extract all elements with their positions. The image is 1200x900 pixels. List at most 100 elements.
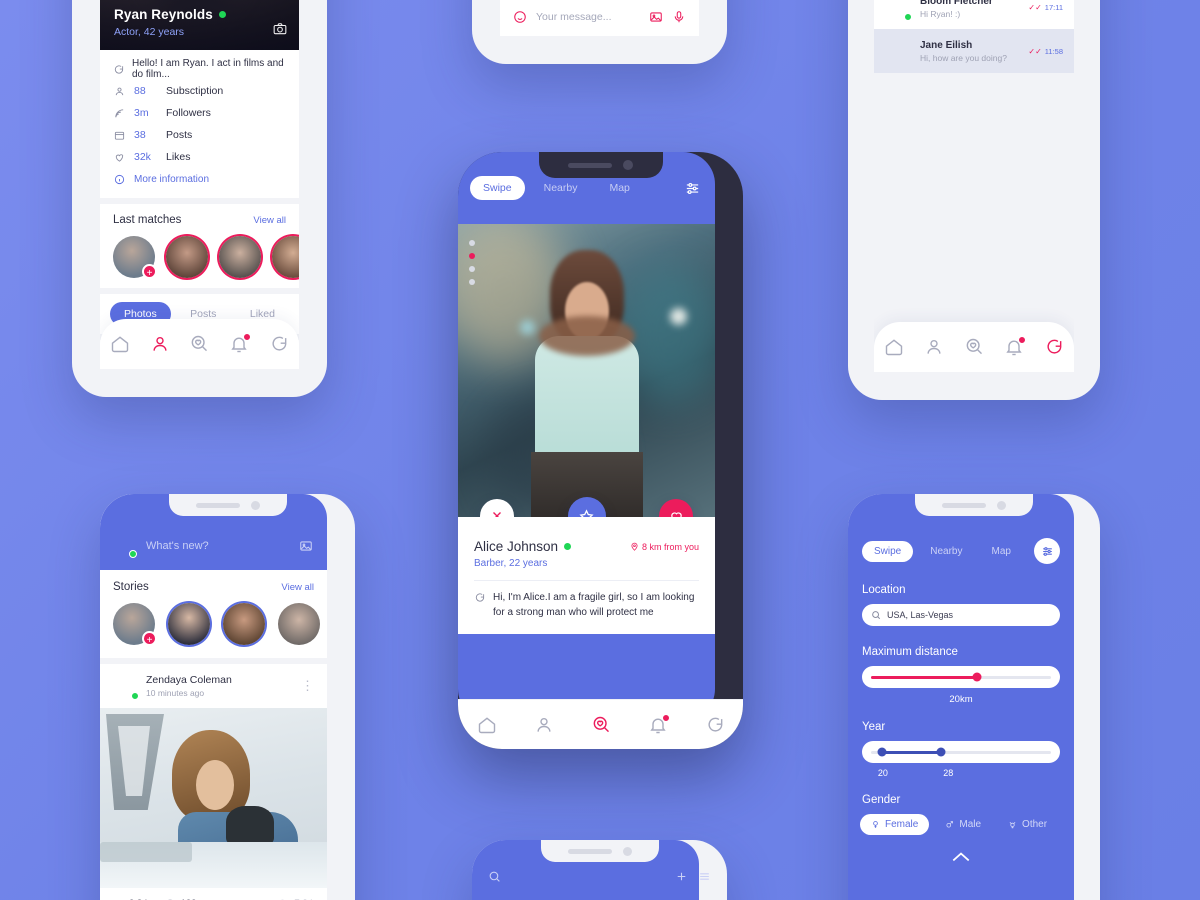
gender-option-female[interactable]: Female <box>860 814 930 835</box>
story-avatar-4[interactable] <box>278 603 320 645</box>
more-information-label: More information <box>134 173 210 185</box>
add-match-badge[interactable]: + <box>142 264 157 279</box>
swipe-distance-text: 8 km from you <box>641 541 699 552</box>
year-range-slider[interactable] <box>862 741 1060 763</box>
gender-label: Gender <box>862 794 901 806</box>
stories-view-all-link[interactable]: View all <box>281 582 314 593</box>
nav-home-icon[interactable] <box>884 337 904 357</box>
chat-bubble-icon <box>474 592 485 620</box>
match-avatar-1[interactable]: + <box>113 236 157 279</box>
match-avatar-4[interactable] <box>272 236 299 278</box>
chat-bubble-icon <box>113 63 124 76</box>
sliders-icon[interactable] <box>684 180 701 197</box>
match-avatar-2[interactable] <box>166 236 208 278</box>
story-avatar-1[interactable]: + <box>113 603 157 646</box>
nav-notifications-icon[interactable] <box>648 713 670 735</box>
swipe-profile-job: Barber, 22 years <box>474 558 548 569</box>
like-button[interactable] <box>659 499 693 517</box>
gender-option-other[interactable]: Other <box>997 814 1058 835</box>
story-avatar-2[interactable] <box>168 603 210 645</box>
segment-map[interactable]: Map <box>596 176 642 200</box>
superlike-button[interactable] <box>567 497 606 517</box>
more-information-row[interactable]: More information <box>113 168 286 190</box>
pager-dot[interactable] <box>469 279 475 285</box>
microphone-icon[interactable] <box>672 10 686 24</box>
nav-discover-icon[interactable] <box>189 334 209 354</box>
stat-row: 88 Subsctiption <box>113 80 286 102</box>
nav-discover-icon[interactable] <box>964 337 984 357</box>
gender-option-male[interactable]: Male <box>934 814 992 835</box>
message-preview: Hi, how are you doing? <box>920 52 1007 63</box>
nav-home-icon[interactable] <box>477 715 497 735</box>
venus-icon <box>871 820 880 829</box>
swipe-photo[interactable] <box>458 224 715 517</box>
message-list-item[interactable]: Bloom Fletcher Hi Ryan! :) ✓✓ 17:11 <box>874 0 1074 29</box>
message-meta: ✓✓ 17:11 <box>1028 3 1063 12</box>
message-list-item[interactable]: Jane Eilish Hi, how are you doing? ✓✓ 11:58 <box>874 29 1074 73</box>
slider-knob-min[interactable] <box>877 747 887 757</box>
post-image[interactable] <box>100 708 327 888</box>
profile-stats-card: Hello! I am Ryan. I act in films and do … <box>100 50 299 198</box>
front-camera-dot <box>622 846 632 856</box>
segment-nearby[interactable]: Nearby <box>918 541 974 562</box>
location-search-input[interactable]: USA, Las-Vegas <box>862 604 1060 626</box>
whats-new-input[interactable]: What's new? <box>146 540 289 552</box>
kebab-menu-icon[interactable]: ⋮ <box>301 678 315 694</box>
year-range-captions: 20 28 <box>862 768 1060 780</box>
add-story-badge[interactable]: + <box>142 631 157 646</box>
nav-notifications-icon[interactable] <box>1004 336 1026 357</box>
nav-profile-icon[interactable] <box>924 337 944 357</box>
profile-hero-photo: Ryan Reynolds Actor, 42 years <box>100 0 299 50</box>
swipe-profile-name: Alice Johnson <box>474 539 559 554</box>
nav-messages-icon[interactable] <box>269 334 289 354</box>
messages-list[interactable]: Jane EilishHi, how are you doing?✓✓18:32… <box>874 0 1074 73</box>
slider-knob[interactable] <box>972 672 982 682</box>
nav-profile-icon[interactable] <box>150 334 170 354</box>
max-distance-slider[interactable] <box>862 666 1060 688</box>
sliders-icon[interactable] <box>1034 538 1060 564</box>
story-avatar-3[interactable] <box>223 603 265 645</box>
stat-value: 32k <box>134 151 151 163</box>
image-icon[interactable] <box>649 10 663 24</box>
search-icon[interactable] <box>488 870 501 883</box>
message-compose-bar: Your message... <box>500 0 699 36</box>
avatar[interactable] <box>114 535 137 558</box>
smiley-icon[interactable] <box>513 10 527 24</box>
feed-phone-frame: What's new? Stories View all + Zendaya C… <box>100 494 355 900</box>
camera-icon[interactable] <box>273 22 287 36</box>
pager-dot-active[interactable] <box>469 253 475 259</box>
segment-nearby[interactable]: Nearby <box>531 176 591 200</box>
photo-pager[interactable] <box>469 240 475 285</box>
nav-messages-icon[interactable] <box>1044 337 1064 357</box>
nav-notifications-icon[interactable] <box>229 333 252 354</box>
message-preview: Hi Ryan! :) <box>920 8 961 19</box>
avatar[interactable] <box>885 0 912 21</box>
profile-name-row: Ryan Reynolds <box>114 7 226 22</box>
phone-notch <box>538 152 663 178</box>
stat-label: Followers <box>166 107 211 119</box>
gender-male-label: Male <box>959 819 982 830</box>
segment-map[interactable]: Map <box>980 541 1023 562</box>
message-input[interactable]: Your message... <box>536 11 640 23</box>
message-sender-name: Jane Eilish <box>920 39 973 51</box>
chevron-up-icon[interactable] <box>848 851 1074 863</box>
slider-knob-max[interactable] <box>936 747 946 757</box>
message-time: 17:11 <box>1044 2 1063 12</box>
matches-view-all-link[interactable]: View all <box>253 215 286 226</box>
sliders-icon[interactable] <box>698 870 711 883</box>
avatar[interactable] <box>885 38 911 64</box>
nav-messages-icon[interactable] <box>705 715 725 735</box>
segment-swipe[interactable]: Swipe <box>862 540 914 562</box>
pager-dot[interactable] <box>469 240 475 246</box>
avatar[interactable] <box>112 673 139 700</box>
dislike-button[interactable] <box>480 499 514 517</box>
nav-profile-icon[interactable] <box>534 715 554 735</box>
nav-discover-icon[interactable] <box>591 715 611 735</box>
image-icon[interactable] <box>299 539 313 553</box>
plus-icon[interactable] <box>675 870 688 883</box>
nav-home-icon[interactable] <box>110 334 130 354</box>
heart-icon <box>113 151 126 164</box>
match-avatar-3[interactable] <box>219 236 261 278</box>
segment-swipe[interactable]: Swipe <box>470 176 525 200</box>
pager-dot[interactable] <box>469 266 475 272</box>
